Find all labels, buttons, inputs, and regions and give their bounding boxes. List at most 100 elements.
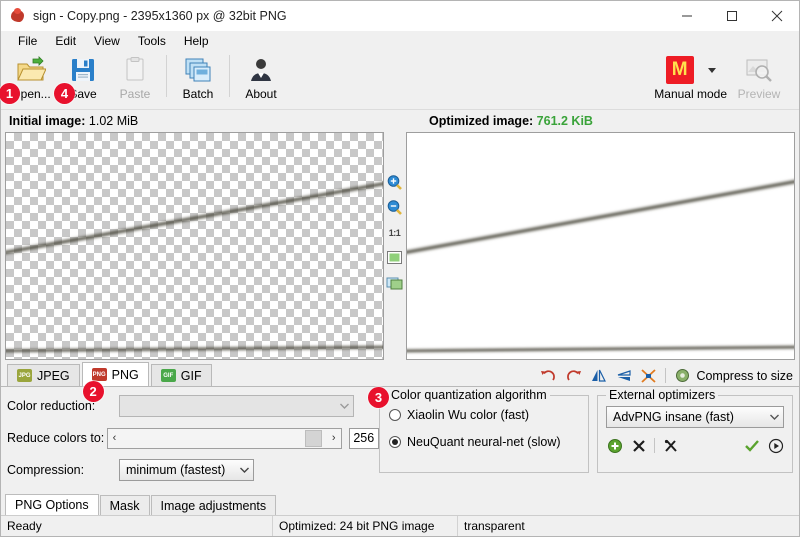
preview-button[interactable]: Preview — [727, 51, 791, 101]
batch-button[interactable]: Batch — [172, 51, 224, 107]
slider-decrement-icon[interactable]: ‹ — [108, 432, 122, 444]
radio-xiaolin-wu[interactable]: Xiaolin Wu color (fast) — [389, 408, 588, 422]
riot-app-icon — [10, 8, 26, 24]
compress-icon — [674, 367, 691, 384]
preview-button-label: Preview — [738, 87, 781, 101]
flip-vertical-icon[interactable] — [615, 367, 632, 384]
png-icon: PNG — [92, 368, 107, 381]
tab-png[interactable]: PNG PNG 2 — [82, 362, 149, 386]
toolbar-separator-1 — [166, 55, 167, 97]
actual-size-icon[interactable]: 1:1 — [386, 224, 403, 241]
initial-image-preview[interactable] — [5, 132, 384, 360]
manual-mode-label: Manual mode — [654, 87, 727, 101]
tab-png-label: PNG — [112, 368, 139, 382]
step-badge-2: 2 — [83, 381, 104, 402]
rotate-left-icon[interactable] — [540, 367, 557, 384]
reduce-colors-value[interactable]: 256 — [349, 428, 379, 449]
run-icon[interactable] — [767, 437, 784, 454]
color-reduction-select[interactable] — [119, 395, 354, 417]
reduce-colors-label: Reduce colors to: — [7, 431, 107, 445]
external-optimizer-select[interactable]: AdvPNG insane (fast) — [606, 406, 784, 428]
radio-neuquant[interactable]: NeuQuant neural-net (slow) — [389, 435, 588, 449]
tab-jpeg[interactable]: JPG JPEG — [7, 364, 80, 386]
tab-gif-label: GIF — [181, 369, 202, 383]
zoom-in-icon[interactable] — [386, 174, 403, 191]
edit-tools-separator — [665, 368, 666, 383]
batch-button-label: Batch — [183, 87, 214, 101]
optimized-image-size: 761.2 KiB — [537, 114, 593, 128]
status-optimized-format: Optimized: 24 bit PNG image — [273, 516, 458, 536]
toolbar-separator-2 — [229, 55, 230, 97]
about-person-icon — [247, 54, 275, 86]
chevron-down-icon — [236, 460, 253, 480]
menu-help[interactable]: Help — [175, 32, 218, 50]
tab-gif[interactable]: GIF GIF — [151, 364, 212, 386]
open-folder-icon — [16, 54, 46, 86]
tab-png-options[interactable]: PNG Options — [5, 494, 99, 515]
radio-button-selected-icon[interactable] — [389, 436, 401, 448]
radio-xiaolin-wu-label: Xiaolin Wu color (fast) — [407, 408, 529, 422]
tab-image-adjustments[interactable]: Image adjustments — [151, 495, 277, 515]
configure-optimizer-icon[interactable] — [662, 437, 679, 454]
about-button-label: About — [245, 87, 276, 101]
compression-value: minimum (fastest) — [126, 463, 225, 477]
external-optimizers-column: External optimizers AdvPNG insane (fast) — [597, 395, 793, 493]
reduce-colors-slider[interactable]: ‹ › — [107, 428, 342, 449]
options-tab-strip: PNG Options Mask Image adjustments — [1, 493, 799, 515]
zoom-out-icon[interactable] — [386, 199, 403, 216]
resize-icon[interactable] — [640, 367, 657, 384]
open-button[interactable]: Open... 1 — [5, 51, 57, 107]
menu-edit[interactable]: Edit — [46, 32, 85, 50]
external-optimizers-title: External optimizers — [606, 388, 718, 402]
color-reduction-row: Color reduction: — [7, 395, 379, 417]
maximize-button[interactable] — [709, 1, 754, 31]
slider-increment-icon[interactable]: › — [327, 432, 341, 444]
tab-mask[interactable]: Mask — [100, 495, 150, 515]
paste-icon — [122, 54, 148, 86]
fit-image-icon[interactable] — [386, 249, 403, 266]
gif-icon: GIF — [161, 369, 176, 382]
rotate-right-icon[interactable] — [565, 367, 582, 384]
reduce-colors-row: Reduce colors to: ‹ › 256 — [7, 427, 379, 449]
png-settings-column: Color reduction: Reduce colors to: ‹ › 2… — [7, 395, 379, 493]
about-button[interactable]: About — [235, 51, 287, 107]
window-controls — [664, 1, 799, 31]
remove-optimizer-icon[interactable] — [630, 437, 647, 454]
compress-to-size-button[interactable]: Compress to size — [674, 367, 793, 384]
flip-horizontal-icon[interactable] — [590, 367, 607, 384]
manual-mode-control[interactable]: M Manual mode — [654, 51, 727, 101]
minimize-button[interactable] — [664, 1, 709, 31]
initial-image-size: 1.02 MiB — [89, 114, 138, 128]
optimized-image-label: Optimized image: — [429, 114, 533, 128]
add-optimizer-icon[interactable] — [606, 437, 623, 454]
transparency-checkerboard — [6, 133, 383, 359]
mode-chevron-down-icon[interactable] — [708, 68, 716, 73]
slider-thumb[interactable] — [305, 430, 322, 447]
menu-tools[interactable]: Tools — [129, 32, 175, 50]
menu-file[interactable]: File — [9, 32, 46, 50]
paste-button-label: Paste — [120, 87, 151, 101]
window-title: sign - Copy.png - 2395x1360 px @ 32bit P… — [33, 9, 287, 23]
compare-images-icon[interactable] — [386, 274, 403, 291]
external-optimizers-group: External optimizers AdvPNG insane (fast) — [597, 395, 793, 473]
preview-magnifier-icon — [744, 54, 774, 86]
status-bar: Ready Optimized: 24 bit PNG image transp… — [1, 515, 799, 536]
white-background — [407, 133, 795, 359]
compression-select[interactable]: minimum (fastest) — [119, 459, 254, 481]
radio-button-icon[interactable] — [389, 409, 401, 421]
optimizer-actions-separator — [654, 438, 655, 453]
paste-button[interactable]: Paste — [109, 51, 161, 107]
optimized-image-preview[interactable] — [406, 132, 796, 360]
status-transparency: transparent — [458, 516, 799, 536]
step-badge-3: 3 — [368, 387, 389, 408]
save-floppy-icon — [69, 54, 97, 86]
jpeg-icon: JPG — [17, 369, 32, 382]
apply-icon[interactable] — [743, 437, 760, 454]
initial-image-label: Initial image: — [9, 114, 85, 128]
close-button[interactable] — [754, 1, 799, 31]
compression-label: Compression: — [7, 463, 119, 477]
menu-view[interactable]: View — [85, 32, 129, 50]
save-button[interactable]: Save 4 — [57, 51, 109, 107]
color-quantization-title: Color quantization algorithm — [388, 388, 550, 402]
batch-icon — [183, 54, 213, 86]
